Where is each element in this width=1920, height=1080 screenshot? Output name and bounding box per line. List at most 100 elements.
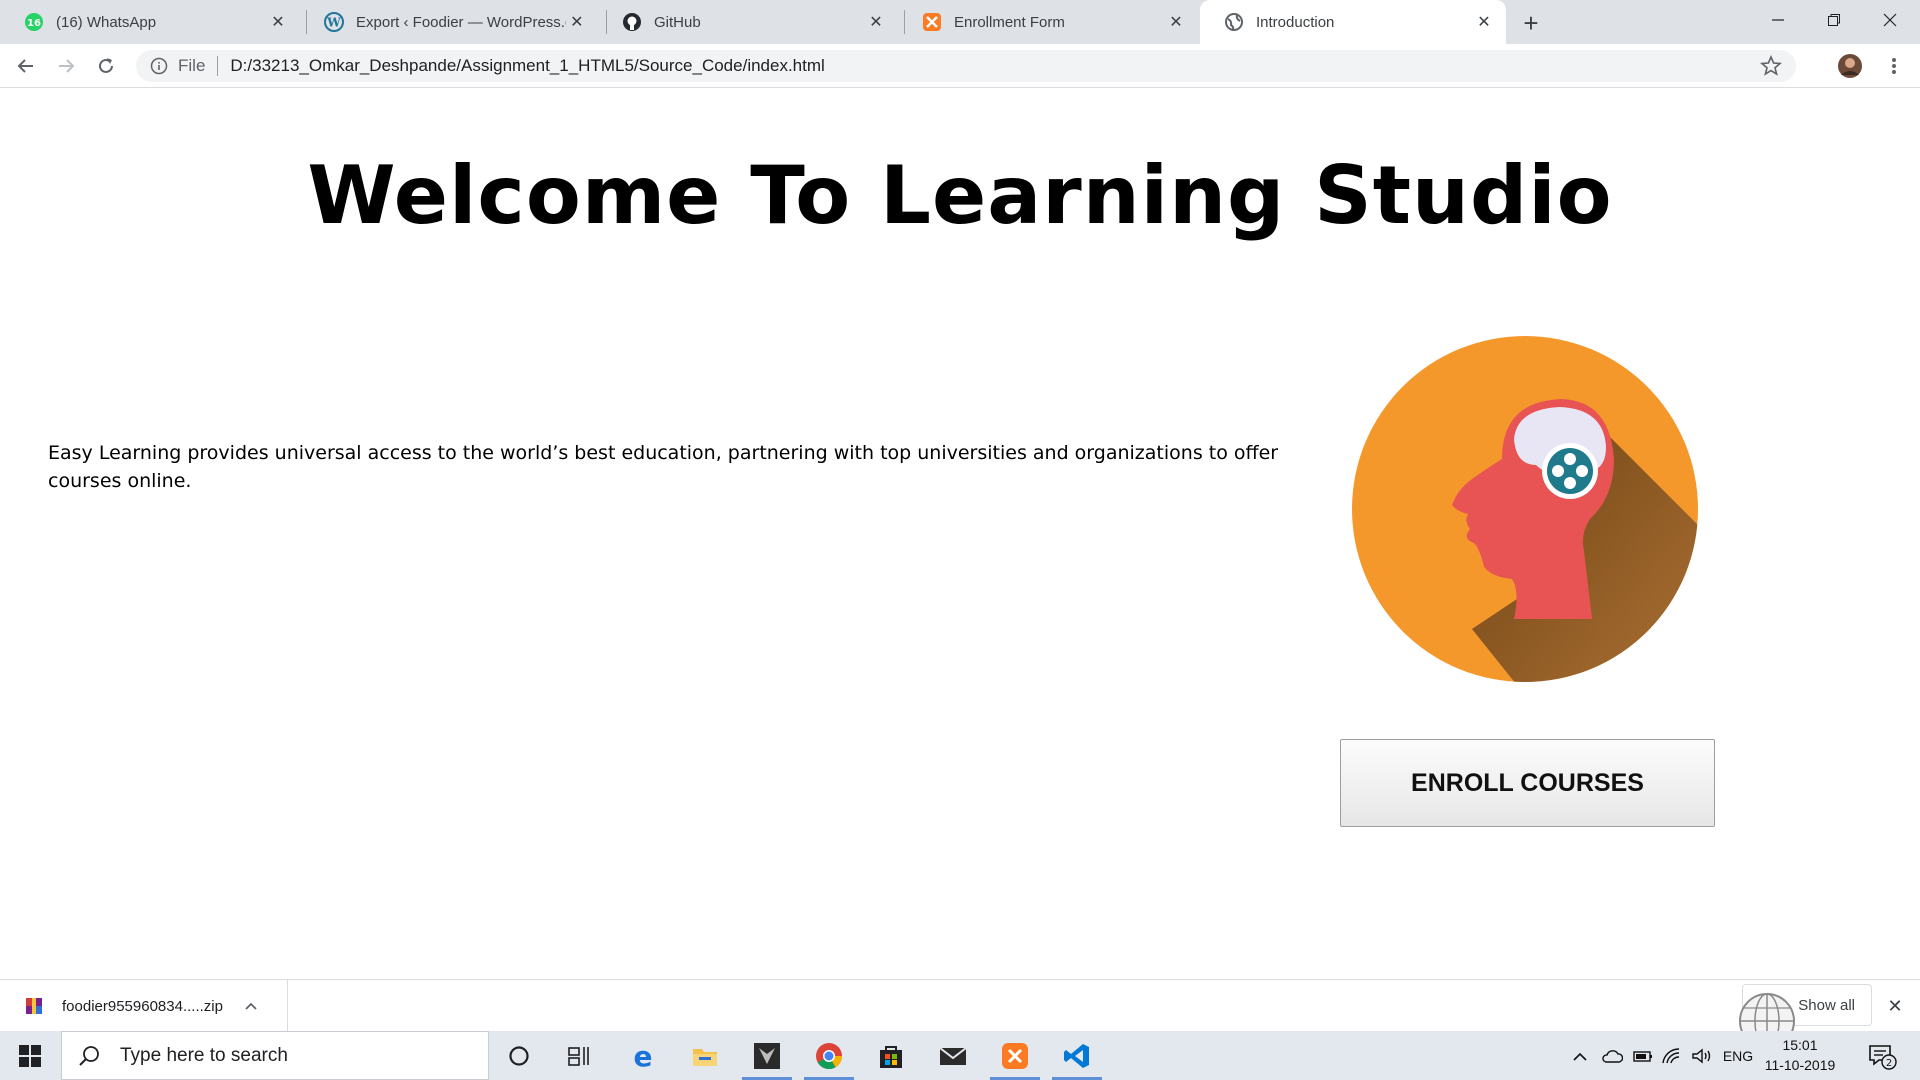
taskbar-game-app[interactable] xyxy=(738,1031,796,1080)
taskbar-file-explorer[interactable] xyxy=(676,1031,734,1080)
predator-icon xyxy=(754,1042,780,1069)
download-item[interactable]: foodier955960834.....zip xyxy=(0,980,288,1032)
clock-time: 15:01 xyxy=(1782,1037,1818,1053)
taskbar-store[interactable] xyxy=(862,1031,920,1080)
tray-battery[interactable] xyxy=(1628,1031,1656,1080)
notification-icon: 2 xyxy=(1869,1044,1897,1070)
kebab-menu-icon xyxy=(1892,58,1896,74)
protocol-label: File xyxy=(178,56,206,75)
tab-title: Export ‹ Foodier — WordPress.co xyxy=(356,13,566,31)
tray-onedrive[interactable] xyxy=(1598,1031,1626,1080)
taskbar-vscode[interactable] xyxy=(1048,1031,1106,1080)
tray-volume[interactable] xyxy=(1688,1031,1716,1080)
tab-github[interactable]: GitHub ✕ xyxy=(598,0,898,44)
vscode-icon xyxy=(1064,1043,1089,1068)
tab-title: (16) WhatsApp xyxy=(56,13,157,31)
tray-clock[interactable]: 15:01 11-10-2019 xyxy=(1760,1035,1840,1075)
edge-icon: e xyxy=(634,1042,653,1070)
tray-overflow-button[interactable] xyxy=(1568,1031,1592,1080)
store-bag-icon xyxy=(880,1045,902,1068)
tray-wifi[interactable] xyxy=(1658,1031,1686,1080)
cortana-icon xyxy=(509,1045,529,1066)
close-icon[interactable]: ✕ xyxy=(266,10,290,34)
intro-paragraph: Easy Learning provides universal access … xyxy=(48,442,1279,492)
menu-button[interactable] xyxy=(1880,52,1908,80)
cortana-button[interactable] xyxy=(490,1031,548,1080)
taskbar-xampp[interactable] xyxy=(986,1031,1044,1080)
wordpress-icon: W xyxy=(324,12,344,32)
reload-icon xyxy=(99,58,113,73)
restore-icon xyxy=(1828,14,1840,26)
reload-button[interactable] xyxy=(92,52,120,80)
clock-date: 11-10-2019 xyxy=(1764,1057,1836,1073)
close-icon[interactable]: ✕ xyxy=(1472,10,1496,34)
tab-title: Introduction xyxy=(1256,13,1335,31)
page-viewport: Welcome To Learning Studio Easy Learning… xyxy=(0,89,1920,979)
close-icon xyxy=(1883,13,1897,27)
address-bar[interactable]: File D:/33213_Omkar_Deshpande/Assignment… xyxy=(136,50,1796,82)
avatar xyxy=(1838,54,1862,78)
mail-icon xyxy=(939,1046,967,1065)
folder-icon xyxy=(693,1048,717,1066)
tab-title: Enrollment Form xyxy=(954,13,1065,31)
chevron-up-icon xyxy=(1573,1052,1587,1061)
url-text[interactable]: D:/33213_Omkar_Deshpande/Assignment_1_HT… xyxy=(230,56,824,76)
whatsapp-badge: 16 xyxy=(27,18,41,29)
search-icon xyxy=(79,1045,99,1066)
svg-text:e: e xyxy=(634,1042,653,1070)
notification-count: 2 xyxy=(1886,1058,1892,1069)
cloud-icon xyxy=(1602,1049,1623,1063)
tab-wordpress[interactable]: W Export ‹ Foodier — WordPress.co ✕ xyxy=(300,0,598,44)
close-window-button[interactable] xyxy=(1862,0,1918,40)
task-view-button[interactable] xyxy=(550,1031,608,1080)
battery-icon xyxy=(1633,1050,1652,1062)
xampp-icon xyxy=(923,13,941,31)
speaker-icon xyxy=(1692,1048,1711,1063)
arrow-right-icon xyxy=(59,59,75,73)
start-button[interactable] xyxy=(0,1031,60,1080)
wifi-icon xyxy=(1662,1047,1680,1063)
tab-strip: 16 (16) WhatsApp ✕ W Export ‹ Foodier — … xyxy=(0,0,1920,44)
profile-avatar[interactable] xyxy=(1836,52,1864,80)
info-icon[interactable] xyxy=(150,57,168,75)
svg-text:W: W xyxy=(326,16,341,30)
taskbar-chrome[interactable] xyxy=(800,1031,858,1080)
learning-head-illustration xyxy=(1352,336,1698,682)
download-file-name: foodier955960834.....zip xyxy=(62,997,223,1015)
star-icon[interactable] xyxy=(1760,55,1782,77)
download-shelf: foodier955960834.....zip Show all ✕ xyxy=(0,979,1920,1032)
chevron-up-icon[interactable] xyxy=(243,998,259,1014)
tab-enrollment-form[interactable]: Enrollment Form ✕ xyxy=(898,0,1198,44)
github-icon xyxy=(623,13,641,31)
task-view-icon xyxy=(568,1046,589,1066)
arrow-left-icon xyxy=(17,59,33,73)
whatsapp-icon: 16 xyxy=(25,13,43,31)
close-icon[interactable]: ✕ xyxy=(1884,995,1906,1017)
xampp-icon xyxy=(1002,1042,1028,1069)
tab-title: GitHub xyxy=(654,13,701,31)
close-icon[interactable]: ✕ xyxy=(566,10,588,34)
tab-introduction[interactable]: Introduction ✕ xyxy=(1200,0,1506,44)
address-divider xyxy=(217,56,219,76)
taskbar-search[interactable]: Type here to search xyxy=(61,1031,489,1080)
browser-toolbar: File D:/33213_Omkar_Deshpande/Assignment… xyxy=(0,44,1920,88)
restore-button[interactable] xyxy=(1806,0,1862,40)
page-title: Welcome To Learning Studio xyxy=(307,149,1613,242)
tray-language[interactable]: ENG xyxy=(1718,1031,1758,1080)
globe-icon xyxy=(1225,13,1243,31)
taskbar-mail[interactable] xyxy=(924,1031,982,1080)
tab-whatsapp[interactable]: 16 (16) WhatsApp ✕ xyxy=(0,0,300,44)
windows-taskbar: Type here to search e ENG 15:01 11-10-20… xyxy=(0,1031,1920,1080)
close-icon[interactable]: ✕ xyxy=(1164,10,1188,34)
taskbar-edge[interactable]: e xyxy=(614,1031,672,1080)
new-tab-button[interactable]: + xyxy=(1516,8,1546,38)
chrome-icon xyxy=(816,1042,843,1069)
close-icon[interactable]: ✕ xyxy=(864,10,888,34)
back-button[interactable] xyxy=(12,52,40,80)
action-center-button[interactable]: 2 xyxy=(1862,1031,1902,1080)
minimize-button[interactable] xyxy=(1750,0,1806,40)
search-placeholder: Type here to search xyxy=(120,1044,288,1066)
minimize-icon xyxy=(1772,19,1784,21)
forward-button[interactable] xyxy=(52,52,80,80)
enroll-courses-button[interactable]: ENROLL COURSES xyxy=(1340,739,1715,827)
